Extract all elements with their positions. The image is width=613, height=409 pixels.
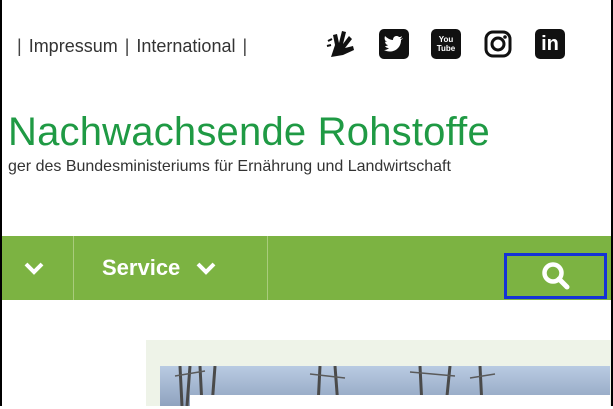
top-links-bar: | Impressum | International | <box>10 26 254 66</box>
search-icon <box>541 262 569 290</box>
linkedin-icon[interactable]: in <box>530 24 570 64</box>
window-left-border <box>0 0 2 406</box>
twitter-icon[interactable] <box>374 24 414 64</box>
hero-caption-box <box>190 395 610 409</box>
youtube-icon-label: You Tube <box>436 35 456 53</box>
nav-divider <box>73 236 74 300</box>
international-link[interactable]: International <box>136 36 235 57</box>
nav-divider <box>267 236 268 300</box>
site-title[interactable]: Nachwachsende Rohstoffe <box>8 110 490 155</box>
site-subtitle: ger des Bundesministeriums für Ernährung… <box>8 158 451 175</box>
social-icons: You Tube in <box>322 24 582 64</box>
chevron-down-icon <box>22 256 46 280</box>
link-separator: | <box>124 35 130 56</box>
chevron-down-icon <box>194 256 218 280</box>
sign-language-icon[interactable] <box>322 24 362 64</box>
impressum-link[interactable]: Impressum <box>29 36 118 57</box>
nav-item-previous[interactable] <box>22 236 46 300</box>
link-separator: | <box>17 35 22 56</box>
instagram-icon[interactable] <box>478 24 518 64</box>
youtube-icon[interactable]: You Tube <box>426 24 466 64</box>
nav-service-label: Service <box>102 255 181 280</box>
nav-item-service[interactable]: Service <box>102 236 218 300</box>
search-button[interactable] <box>504 253 607 299</box>
link-separator: | <box>242 35 248 56</box>
